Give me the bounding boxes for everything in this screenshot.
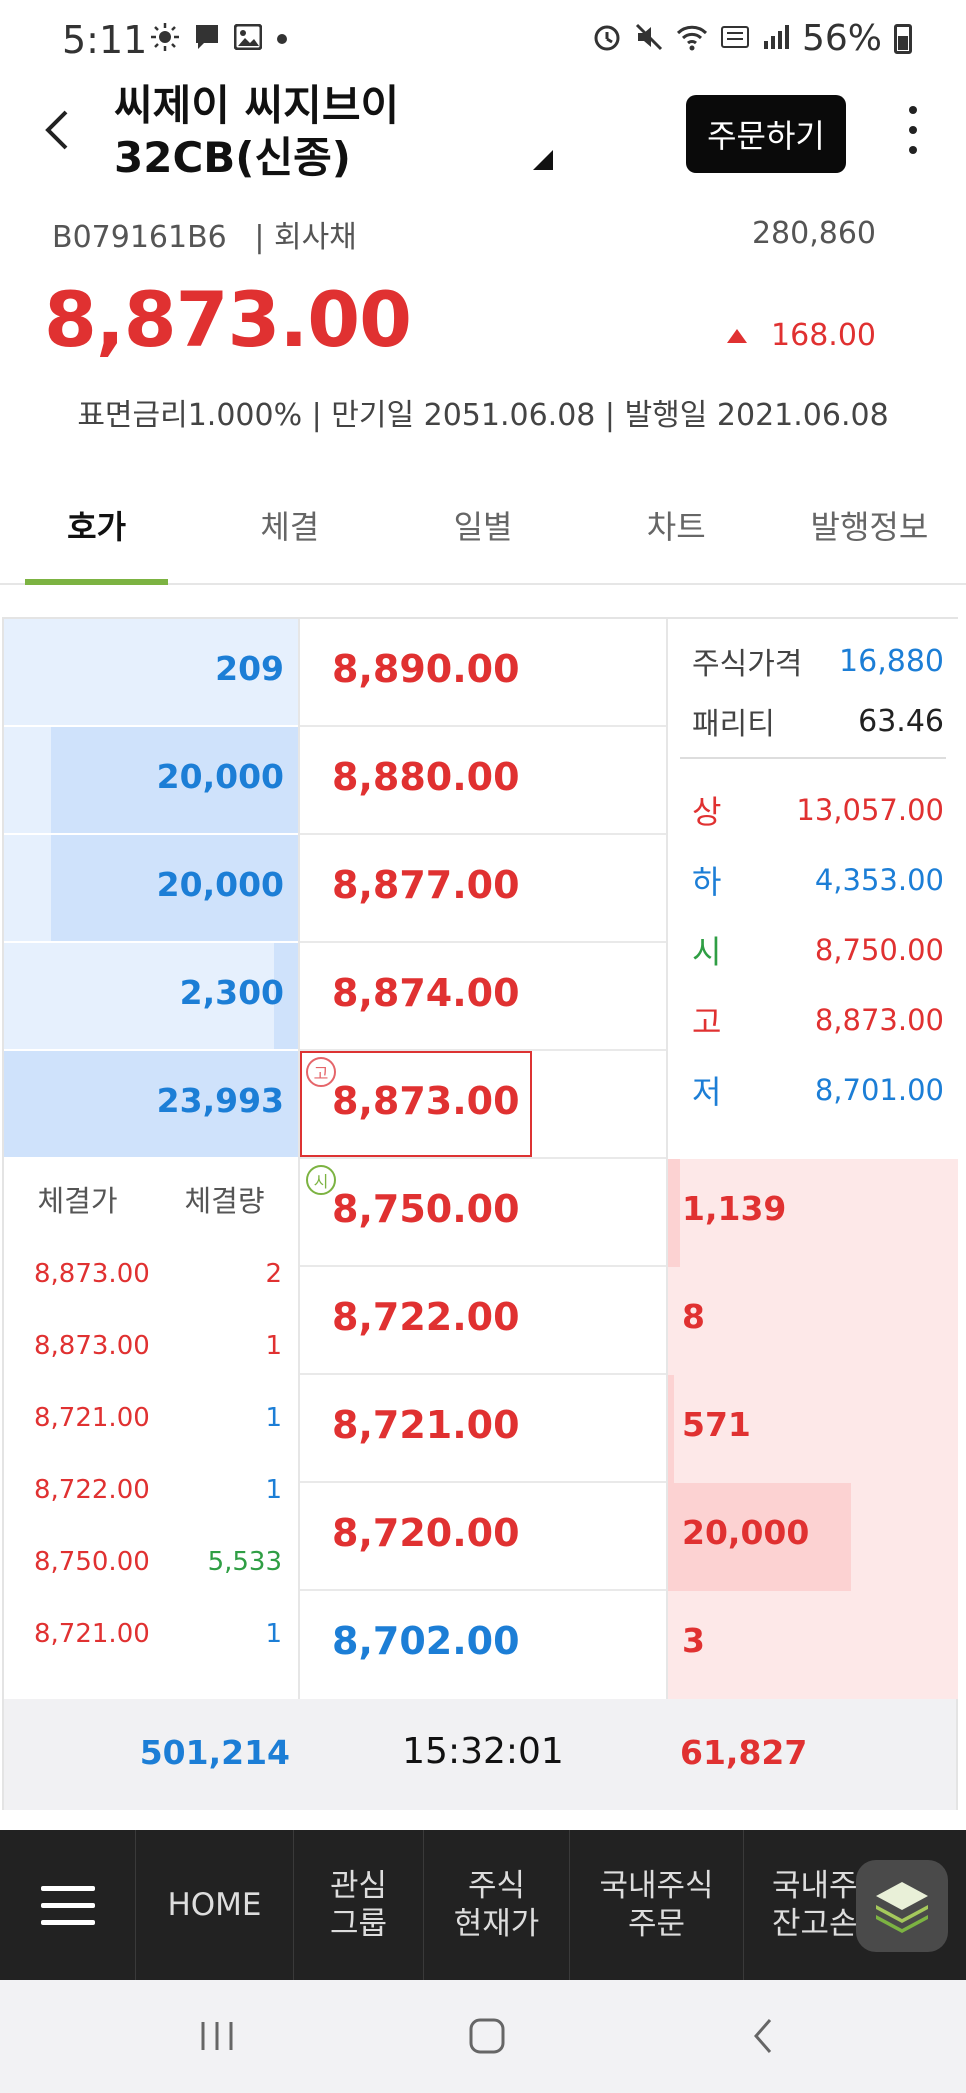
bid-qty-row[interactable]: 571	[668, 1375, 958, 1483]
stock-price-row: 주식가격 16,880	[692, 643, 944, 683]
tab-issue-info[interactable]: 발행정보	[773, 480, 966, 583]
bid-price-row[interactable]: 8,722.00	[300, 1267, 666, 1375]
nav-stock-price[interactable]: 주식 현재가	[424, 1830, 570, 1980]
hamburger-menu-icon[interactable]	[0, 1830, 136, 1980]
trade-price-header: 체결가	[37, 1184, 118, 1218]
wifi-icon	[676, 23, 708, 55]
ask-price-row[interactable]: 8,890.00	[300, 619, 666, 727]
recent-apps-icon[interactable]	[192, 2008, 242, 2064]
ask-quantity-column: 209 20,000 20,000 2,300 23,993	[4, 619, 298, 1159]
totals-row: 501,214 15:32:01 61,827	[4, 1699, 956, 1810]
signal-icon	[762, 23, 790, 55]
nav-watch-group[interactable]: 관심 그룹	[294, 1830, 424, 1980]
price-change-value: 168.00	[771, 318, 876, 353]
image-icon	[233, 23, 263, 54]
mute-icon	[634, 22, 664, 56]
bid-qty-row[interactable]: 3	[668, 1591, 958, 1699]
price-column: 8,890.00 8,880.00 8,877.00 8,874.00 고 8,…	[298, 619, 668, 1699]
bid-total: 61,827	[680, 1733, 808, 1772]
right-column: 주식가격 16,880 패리티 63.46 상 13,057.00 하 4,353.…	[668, 619, 958, 1699]
chevron-left-icon	[45, 110, 68, 150]
order-book: 209 20,000 20,000 2,300 23,993 체결가 체결량 8…	[2, 617, 958, 1810]
system-nav-bar	[0, 1980, 966, 2093]
price-info-panel: 주식가격 16,880 패리티 63.46 상 13,057.00 하 4,353.…	[668, 619, 958, 1159]
sun-icon	[150, 22, 180, 56]
upper-limit-row: 상 13,057.00	[692, 793, 944, 831]
high-row: 고 8,873.00	[692, 1003, 944, 1041]
bottom-nav: HOME 관심 그룹 주식 현재가 국내주식 주문 국내주식 잔고손익	[0, 1830, 966, 1980]
layers-icon[interactable]	[856, 1860, 948, 1952]
status-left-icons	[150, 22, 288, 56]
page-title[interactable]: 씨제이 씨지브이32CB(신종)	[114, 80, 554, 184]
security-code-line: B079161B6 | 회사채	[52, 212, 357, 256]
ask-qty-row[interactable]: 20,000	[4, 727, 298, 835]
tab-trades[interactable]: 체결	[193, 480, 386, 583]
trade-volume: 280,860	[751, 216, 876, 251]
trade-row: 8,721.00 1	[34, 1403, 282, 1433]
ask-price-row[interactable]: 8,877.00	[300, 835, 666, 943]
alarm-icon	[592, 22, 622, 56]
tab-daily[interactable]: 일별	[386, 480, 579, 583]
order-button[interactable]: 주문하기	[686, 95, 846, 173]
home-icon[interactable]	[462, 2008, 512, 2064]
hd-voice-icon	[720, 23, 750, 55]
bid-qty-row[interactable]: 8	[668, 1267, 958, 1375]
nav-home[interactable]: HOME	[136, 1830, 294, 1980]
trade-row: 8,873.00 1	[34, 1331, 282, 1361]
bid-qty-row[interactable]: 20,000	[668, 1483, 958, 1591]
trade-row: 8,750.00 5,533	[34, 1547, 282, 1577]
battery-icon	[894, 23, 912, 54]
trades-header: 체결가 체결량	[4, 1159, 298, 1239]
ask-qty-row[interactable]: 23,993	[4, 1051, 298, 1159]
security-type: | 회사채	[254, 220, 357, 255]
battery-percent: 56%	[801, 18, 882, 59]
bid-price-row[interactable]: 시 8,750.00	[300, 1159, 666, 1267]
status-right-icons: 56%	[592, 18, 912, 59]
chat-icon	[194, 23, 220, 55]
bid-qty-row[interactable]: 1,139	[668, 1159, 958, 1267]
lower-limit-row: 하 4,353.00	[692, 863, 944, 901]
bond-info-line: 표면금리1.000% | 만기일 2051.06.08 | 발행일 2021.0…	[77, 398, 889, 433]
dot-icon	[276, 30, 288, 49]
bid-price-row[interactable]: 8,720.00	[300, 1483, 666, 1591]
ask-price-row[interactable]: 8,874.00	[300, 943, 666, 1051]
security-code: B079161B6	[52, 220, 227, 255]
tab-hoga[interactable]: 호가	[0, 480, 193, 585]
price-change: 168.00	[727, 318, 876, 353]
open-row: 시 8,750.00	[692, 933, 944, 971]
nav-domestic-order[interactable]: 국내주식 주문	[570, 1830, 744, 1980]
bid-price-row[interactable]: 8,721.00	[300, 1375, 666, 1483]
tab-chart[interactable]: 차트	[580, 480, 773, 583]
ask-qty-row[interactable]: 2,300	[4, 943, 298, 1051]
ask-total: 501,214	[139, 1733, 290, 1772]
more-options-icon[interactable]	[895, 100, 931, 160]
low-row: 저 8,701.00	[692, 1073, 944, 1111]
current-price: 8,873.00	[44, 275, 412, 364]
ask-price-row[interactable]: 8,880.00	[300, 727, 666, 835]
trade-row: 8,722.00 1	[34, 1475, 282, 1505]
trade-row: 8,721.00 1	[34, 1619, 282, 1649]
divider	[680, 757, 946, 759]
back-nav-icon[interactable]	[738, 2008, 788, 2064]
bid-price-row[interactable]: 8,702.00	[300, 1591, 666, 1699]
tab-bar: 호가 체결 일별 차트 발행정보	[0, 480, 966, 585]
title-dropdown-icon[interactable]	[533, 150, 553, 170]
back-button[interactable]	[38, 100, 78, 160]
status-bar: 5:11 56%	[0, 0, 966, 80]
up-arrow-icon	[727, 328, 748, 343]
ask-price-row-current[interactable]: 고 8,873.00	[300, 1051, 666, 1159]
ask-qty-row[interactable]: 20,000	[4, 835, 298, 943]
parity-row: 패리티 63.46	[692, 703, 944, 743]
quote-time: 15:32:01	[402, 1731, 564, 1772]
trade-row: 8,873.00 2	[34, 1259, 282, 1289]
trade-qty-header: 체결량	[184, 1184, 265, 1218]
status-time: 5:11	[62, 18, 148, 62]
ask-qty-row[interactable]: 209	[4, 619, 298, 727]
